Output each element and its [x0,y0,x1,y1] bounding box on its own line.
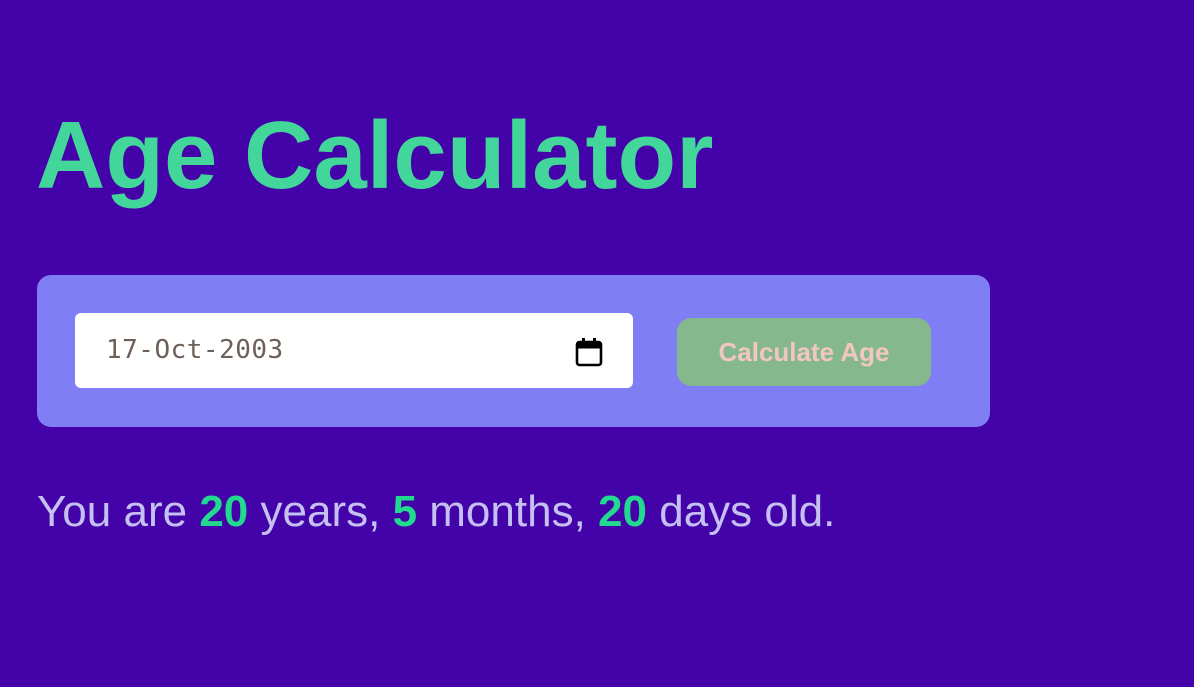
date-input[interactable]: 17-Oct-2003 [75,313,633,388]
calendar-icon[interactable] [575,337,603,367]
result-days-label: days old. [659,487,836,536]
form-panel: 17-Oct-2003 Calculate Age [37,275,990,427]
page-title: Age Calculator [36,102,714,209]
result-months-label: months, [429,487,586,536]
result-years-label: years, [260,487,381,536]
calculate-age-button[interactable]: Calculate Age [677,318,931,386]
date-input-value[interactable]: 17-Oct-2003 [106,313,284,388]
age-result: You are 20 years, 5 months, 20 days old. [37,482,835,542]
result-days: 20 [598,487,647,536]
result-months: 5 [392,487,418,536]
result-years: 20 [199,487,249,536]
result-prefix: You are [37,487,188,536]
